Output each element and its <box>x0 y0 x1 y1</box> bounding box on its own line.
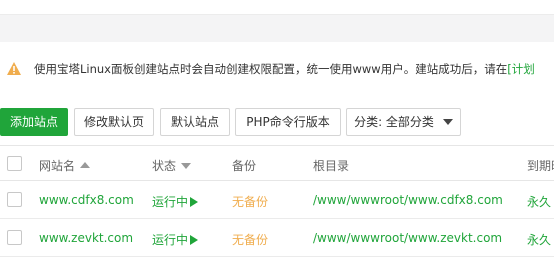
column-status[interactable]: 状态 <box>152 157 192 174</box>
notice-message: 使用宝塔Linux面板创建站点时会自动创建权限配置，统一使用www用户。建站成功… <box>34 62 508 76</box>
root-dir-link[interactable]: /www/wwwroot/www.cdfx8.com <box>313 193 503 207</box>
top-panel-edge <box>0 0 554 14</box>
chevron-down-icon <box>442 119 453 125</box>
section-divider <box>0 14 554 42</box>
row-checkbox[interactable] <box>7 192 22 207</box>
backup-link[interactable]: 无备份 <box>232 193 268 210</box>
column-expire: 到期时 <box>527 159 554 173</box>
table-row: www.cdfx8.com 运行中 无备份 /www/wwwroot/www.c… <box>0 181 554 219</box>
notice-text: 使用宝塔Linux面板创建站点时会自动创建权限配置，统一使用www用户。建站成功… <box>34 61 535 77</box>
add-site-button[interactable]: 添加站点 <box>0 108 68 136</box>
play-icon <box>190 197 199 207</box>
column-root-dir: 根目录 <box>313 159 350 173</box>
php-version-button[interactable]: PHP命令行版本 <box>235 108 341 136</box>
column-site-name-label: 网站名 <box>39 159 76 173</box>
category-select[interactable]: 分类: 全部分类 <box>346 108 461 136</box>
expire-value[interactable]: 永久 <box>527 193 551 210</box>
default-site-button[interactable]: 默认站点 <box>160 108 230 136</box>
root-dir-link[interactable]: /www/wwwroot/www.zevkt.com <box>313 231 502 245</box>
site-name-link[interactable]: www.zevkt.com <box>39 231 133 245</box>
backup-link[interactable]: 无备份 <box>232 231 268 248</box>
status-toggle[interactable]: 运行中 <box>152 193 199 210</box>
edit-default-page-button[interactable]: 修改默认页 <box>74 108 154 136</box>
table-row: www.zevkt.com 运行中 无备份 /www/wwwroot/www.z… <box>0 219 554 257</box>
sort-up-icon <box>80 162 91 168</box>
column-backup: 备份 <box>232 159 257 173</box>
site-name-link[interactable]: www.cdfx8.com <box>39 193 134 207</box>
column-status-label: 状态 <box>152 159 177 173</box>
select-all-checkbox[interactable] <box>7 156 22 171</box>
row-checkbox[interactable] <box>7 230 22 245</box>
notice-link[interactable]: [计划 <box>507 62 535 76</box>
column-site-name[interactable]: 网站名 <box>39 157 91 174</box>
category-select-value: 分类: 全部分类 <box>354 115 434 129</box>
notice-bar: 使用宝塔Linux面板创建站点时会自动创建权限配置，统一使用www用户。建站成功… <box>0 42 554 94</box>
status-label: 运行中 <box>152 233 189 247</box>
sort-down-icon <box>181 163 192 169</box>
expire-value[interactable]: 永久 <box>527 231 551 248</box>
warning-icon <box>7 62 21 75</box>
status-label: 运行中 <box>152 195 189 209</box>
play-icon <box>190 235 199 245</box>
status-toggle[interactable]: 运行中 <box>152 231 199 248</box>
table-header: 网站名 状态 备份 根目录 到期时 <box>0 145 554 181</box>
